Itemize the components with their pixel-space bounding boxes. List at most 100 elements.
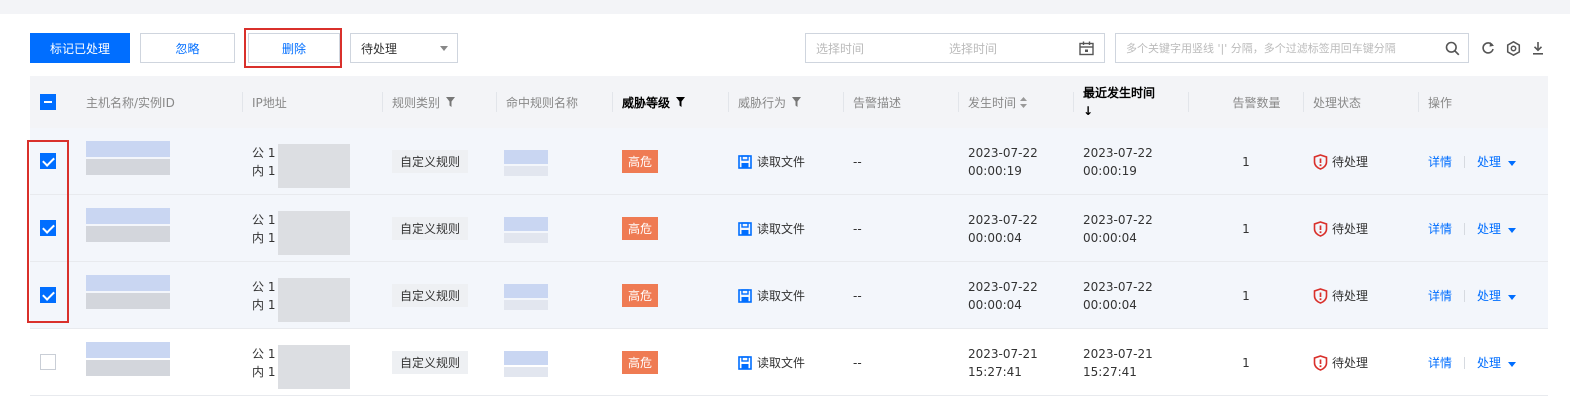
- rule-type-tag: 自定义规则: [392, 351, 469, 374]
- status-cell: 待处理: [1313, 195, 1368, 262]
- latest-time-cell: 2023-07-22 00:00:19: [1083, 145, 1153, 178]
- rule-type-cell: 自定义规则: [392, 195, 469, 262]
- caret-down-icon: [1507, 161, 1516, 166]
- col-rule-name: 命中规则名称: [496, 76, 578, 128]
- rule-type-tag: 自定义规则: [392, 284, 469, 307]
- ops-divider: [1464, 356, 1466, 369]
- ip-public: 公 1: [252, 212, 276, 227]
- detail-link[interactable]: 详情: [1428, 354, 1452, 371]
- toolbar: 标记已处理 忽略 删除 待处理 选择时间 选择时间 多个关键字用竖线 '|' 分…: [30, 28, 1570, 68]
- search-icon[interactable]: [1445, 41, 1460, 59]
- table-row[interactable]: 公 1内 1 自定义规则 高危 读取文件 -- 2023-07-22 00:00:…: [30, 262, 1548, 329]
- row-checkbox[interactable]: [40, 354, 56, 370]
- search-input[interactable]: 多个关键字用竖线 '|' 分隔，多个过滤标签用回车键分隔: [1115, 33, 1469, 63]
- occur-time-cell: 2023-07-22 00:00:04: [968, 279, 1038, 312]
- download-icon[interactable]: [1530, 40, 1546, 56]
- sort-icon[interactable]: [1020, 96, 1028, 108]
- ops-cell: 详情 处理: [1428, 128, 1516, 195]
- threat-level-cell: 高危: [622, 329, 659, 396]
- shield-alert-icon: [1313, 220, 1328, 237]
- rule-name-cell[interactable]: [504, 195, 550, 262]
- rule-name-cell[interactable]: [504, 262, 550, 329]
- table-row[interactable]: 公 1内 1 自定义规则 高危 读取文件 -- 2023-07-22 00:00:…: [30, 128, 1548, 195]
- col-ops: 操作: [1418, 76, 1452, 128]
- status-text: 待处理: [1332, 222, 1369, 236]
- col-threat-action[interactable]: 威胁行为: [728, 76, 802, 128]
- ip-public: 公 1: [252, 346, 276, 361]
- filter-icon[interactable]: [792, 97, 802, 107]
- rule-type-cell: 自定义规则: [392, 262, 469, 329]
- filter-icon[interactable]: [676, 97, 686, 107]
- occur-time-cell: 2023-07-22 00:00:19: [968, 145, 1038, 178]
- detail-link[interactable]: 详情: [1428, 220, 1452, 237]
- latest-time-cell: 2023-07-22 00:00:04: [1083, 212, 1153, 245]
- rule-name-cell[interactable]: [504, 329, 550, 396]
- host-cell[interactable]: [86, 195, 172, 262]
- table-header: 主机名称/实例ID IP地址 规则类别 命中规则名称 威胁等级 威胁行为 告警描…: [30, 76, 1548, 128]
- caret-down-icon: [440, 46, 448, 51]
- file-save-icon: [738, 288, 752, 303]
- status-filter-value: 待处理: [361, 41, 398, 56]
- alert-count-cell: 1: [1242, 288, 1250, 303]
- ip-public: 公 1: [252, 279, 276, 294]
- ip-private: 内 1: [252, 230, 276, 245]
- col-rule-type[interactable]: 规则类别: [382, 76, 456, 128]
- ops-cell: 详情 处理: [1428, 262, 1516, 329]
- rule-type-cell: 自定义规则: [392, 128, 469, 195]
- host-cell[interactable]: [86, 262, 172, 329]
- ops-divider: [1464, 222, 1466, 235]
- detail-link[interactable]: 详情: [1428, 287, 1452, 304]
- process-dropdown[interactable]: 处理: [1477, 220, 1516, 237]
- ip-private: 内 1: [252, 297, 276, 312]
- status-text: 待处理: [1332, 356, 1369, 370]
- host-cell[interactable]: [86, 329, 172, 396]
- rule-name-cell[interactable]: [504, 128, 550, 195]
- process-dropdown[interactable]: 处理: [1477, 153, 1516, 170]
- refresh-icon[interactable]: [1480, 40, 1496, 56]
- date-end-input[interactable]: 选择时间: [949, 40, 997, 57]
- latest-time-cell: 2023-07-21 15:27:41: [1083, 346, 1153, 379]
- host-cell[interactable]: [86, 128, 172, 195]
- status-text: 待处理: [1332, 155, 1369, 169]
- caret-down-icon: [1507, 295, 1516, 300]
- alerts-panel: 标记已处理 忽略 删除 待处理 选择时间 选择时间 多个关键字用竖线 '|' 分…: [0, 14, 1570, 402]
- date-start-input[interactable]: 选择时间: [816, 40, 864, 57]
- alert-desc-cell: --: [853, 154, 862, 169]
- col-threat-level[interactable]: 威胁等级: [612, 76, 686, 128]
- threat-action-text: 读取文件: [757, 289, 806, 303]
- threat-action-text: 读取文件: [757, 356, 806, 370]
- table-row[interactable]: 公 1内 1 自定义规则 高危 读取文件 -- 2023-07-22 00:00:…: [30, 195, 1548, 262]
- col-latest-time[interactable]: 最近发生时间 ↓: [1073, 76, 1155, 128]
- table-row[interactable]: 公 1内 1 自定义规则 高危 读取文件 -- 2023-07-21 15:27:…: [30, 329, 1548, 396]
- process-dropdown[interactable]: 处理: [1477, 354, 1516, 371]
- process-dropdown[interactable]: 处理: [1477, 287, 1516, 304]
- ops-divider: [1464, 155, 1466, 168]
- settings-icon[interactable]: [1505, 40, 1521, 56]
- ops-divider: [1464, 289, 1466, 302]
- status-filter-select[interactable]: 待处理: [350, 33, 458, 63]
- rule-type-cell: 自定义规则: [392, 329, 469, 396]
- detail-link[interactable]: 详情: [1428, 153, 1452, 170]
- latest-time-cell: 2023-07-22 00:00:04: [1083, 279, 1153, 312]
- threat-action-text: 读取文件: [757, 155, 806, 169]
- ignore-button[interactable]: 忽略: [140, 33, 235, 63]
- status-text: 待处理: [1332, 289, 1369, 303]
- filter-icon[interactable]: [446, 97, 456, 107]
- threat-action-cell: 读取文件: [738, 262, 805, 329]
- ip-cell: 公 1内 1: [252, 329, 352, 396]
- status-cell: 待处理: [1313, 262, 1368, 329]
- status-cell: 待处理: [1313, 329, 1368, 396]
- col-host: 主机名称/实例ID: [86, 95, 175, 110]
- col-occur-time[interactable]: 发生时间: [958, 76, 1028, 128]
- calendar-icon[interactable]: [1079, 41, 1094, 59]
- ip-cell: 公 1内 1: [252, 195, 352, 262]
- threat-action-cell: 读取文件: [738, 128, 805, 195]
- status-cell: 待处理: [1313, 128, 1368, 195]
- col-alert-count: 告警数量: [1188, 76, 1315, 128]
- ops-cell: 详情 处理: [1428, 329, 1516, 396]
- date-range-picker[interactable]: 选择时间 选择时间: [805, 33, 1105, 63]
- mark-processed-button[interactable]: 标记已处理: [30, 33, 130, 63]
- alert-count-cell: 1: [1242, 355, 1250, 370]
- select-all-checkbox[interactable]: [40, 94, 56, 110]
- col-ip: IP地址: [242, 76, 287, 128]
